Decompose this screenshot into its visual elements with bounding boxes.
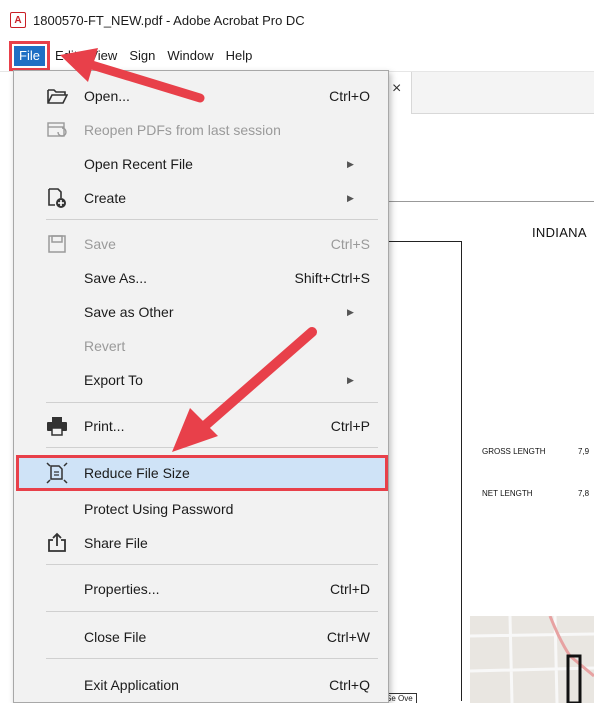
shortcut-exit-application: Ctrl+Q [329, 677, 370, 693]
toolbar [370, 114, 594, 202]
menu-item-create[interactable]: Create ▶ [14, 184, 390, 212]
menu-label-reduce-file-size: Reduce File Size [84, 465, 190, 481]
shortcut-close-file: Ctrl+W [326, 629, 370, 645]
menu-item-save-as-other[interactable]: Save as Other ▶ [14, 298, 390, 326]
printer-icon [46, 415, 68, 437]
menu-item-export-to[interactable]: Export To ▶ [14, 366, 390, 394]
gross-length-value: 7,9 [578, 447, 590, 456]
submenu-arrow-icon: ▶ [347, 192, 354, 203]
menu-label-properties: Properties... [84, 581, 160, 597]
menu-separator [46, 219, 378, 220]
document-map-image [469, 615, 594, 703]
menu-item-print[interactable]: Print... Ctrl+P [14, 412, 390, 440]
menu-label-exit-application: Exit Application [84, 677, 179, 693]
menu-label-create: Create [84, 190, 127, 206]
menu-view[interactable]: View [83, 45, 123, 67]
menu-separator [46, 402, 378, 403]
menu-label-open-recent: Open Recent File [84, 156, 193, 172]
menu-bar: File Edit View Sign Window Help [0, 40, 594, 72]
submenu-arrow-icon: ▶ [347, 158, 354, 169]
title-bar: A 1800570-FT_NEW.pdf - Adobe Acrobat Pro… [0, 0, 594, 40]
menu-label-reopen: Reopen PDFs from last session [84, 122, 281, 138]
menu-label-save: Save [84, 236, 116, 252]
window-title: 1800570-FT_NEW.pdf - Adobe Acrobat Pro D… [33, 12, 305, 28]
menu-label-share-file: Share File [84, 535, 148, 551]
menu-item-open-recent[interactable]: Open Recent File ▶ [14, 150, 390, 178]
shortcut-save: Ctrl+S [330, 236, 370, 252]
menu-item-properties[interactable]: Properties... Ctrl+D [14, 575, 390, 603]
net-length-label: NET LENGTH [482, 489, 533, 498]
menu-label-save-as: Save As... [84, 270, 148, 286]
reduce-file-size-icon [46, 462, 68, 484]
menu-help[interactable]: Help [220, 45, 259, 67]
menu-item-open[interactable]: Open... Ctrl+O [14, 82, 390, 110]
menu-label-open: Open... [84, 88, 130, 104]
menu-file[interactable]: File [9, 40, 50, 71]
menu-item-save[interactable]: Save Ctrl+S [14, 230, 390, 258]
folder-open-icon [46, 85, 68, 107]
document-frame [388, 241, 462, 701]
create-pdf-icon [46, 187, 68, 209]
document-view: INDIANA GROSS LENGTH 7,9 NET LENGTH 7,8 … [370, 203, 594, 703]
menu-edit[interactable]: Edit [49, 45, 83, 67]
file-menu-dropdown: Open... Ctrl+O Reopen PDFs from last ses… [13, 70, 389, 703]
menu-item-reduce-file-size[interactable]: Reduce File Size [16, 455, 388, 491]
menu-item-exit-application[interactable]: Exit Application Ctrl+Q [14, 671, 390, 699]
menu-label-print: Print... [84, 418, 125, 434]
menu-window[interactable]: Window [161, 45, 219, 67]
shortcut-open: Ctrl+O [329, 88, 370, 104]
map-graphic [469, 615, 594, 703]
menu-item-close-file[interactable]: Close File Ctrl+W [14, 623, 390, 651]
tab-strip: × [370, 72, 594, 114]
menu-label-revert: Revert [84, 338, 126, 354]
submenu-arrow-icon: ▶ [347, 374, 354, 385]
menu-separator [46, 564, 378, 565]
menu-item-reopen[interactable]: Reopen PDFs from last session [14, 116, 390, 144]
menu-label-close-file: Close File [84, 629, 147, 645]
menu-separator [46, 658, 378, 659]
shortcut-properties: Ctrl+D [329, 581, 370, 597]
save-icon [46, 233, 68, 255]
menu-separator [46, 611, 378, 612]
share-icon [46, 532, 68, 554]
acrobat-logo-icon: A [10, 12, 26, 28]
menu-label-export-to: Export To [84, 372, 143, 388]
reopen-pdfs-icon [46, 119, 68, 141]
gross-length-label: GROSS LENGTH [482, 447, 546, 456]
menu-item-share-file[interactable]: Share File [14, 529, 390, 557]
document-heading: INDIANA [532, 225, 587, 240]
close-icon[interactable]: × [392, 80, 401, 98]
net-length-value: 7,8 [578, 489, 590, 498]
menu-sign[interactable]: Sign [123, 45, 161, 67]
menu-separator [46, 447, 378, 448]
menu-item-revert[interactable]: Revert [14, 332, 390, 360]
submenu-arrow-icon: ▶ [347, 306, 354, 317]
shortcut-print: Ctrl+P [330, 418, 370, 434]
menu-item-protect-password[interactable]: Protect Using Password [14, 495, 390, 523]
shortcut-save-as: Shift+Ctrl+S [294, 270, 370, 286]
menu-label-save-as-other: Save as Other [84, 304, 174, 320]
menu-label-protect-password: Protect Using Password [84, 501, 234, 517]
menu-item-save-as[interactable]: Save As... Shift+Ctrl+S [14, 264, 390, 292]
